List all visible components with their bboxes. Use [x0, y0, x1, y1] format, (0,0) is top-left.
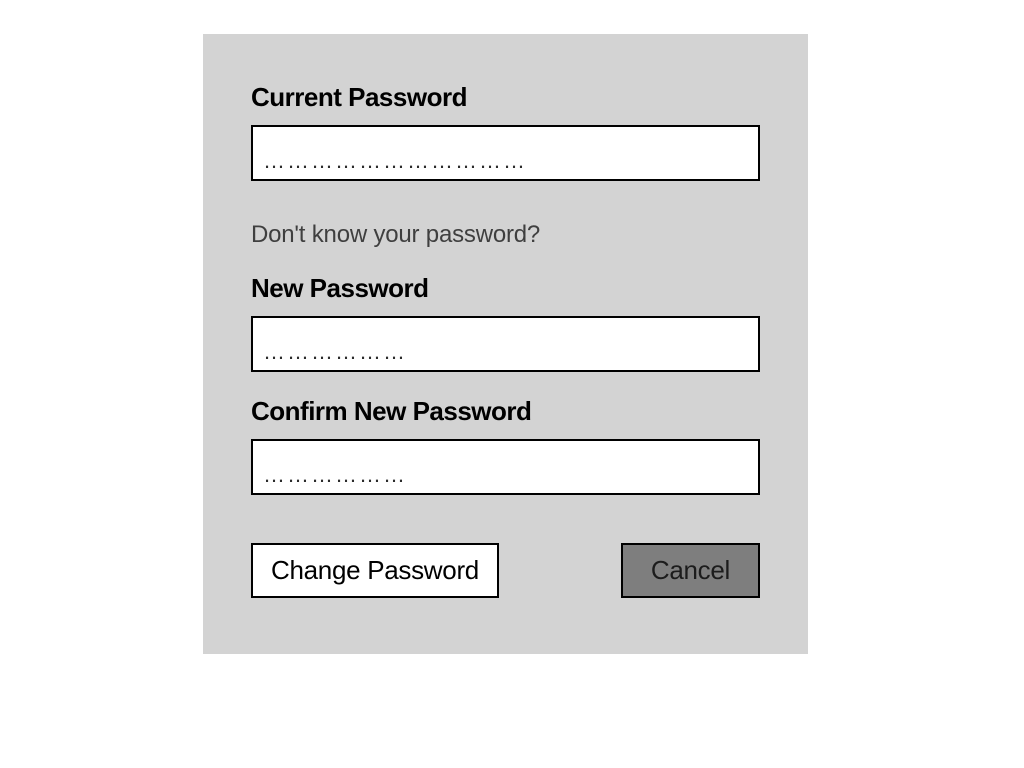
confirm-password-value: ……………… [263, 462, 407, 487]
button-row: Change Password Cancel [251, 543, 760, 598]
new-password-input[interactable]: ……………… [251, 316, 760, 372]
current-password-input[interactable]: …………………………… [251, 125, 760, 181]
confirm-password-group: Confirm New Password ……………… [251, 396, 760, 495]
new-password-label: New Password [251, 273, 760, 304]
forgot-password-link[interactable]: Don't know your password? [251, 221, 540, 249]
change-password-button[interactable]: Change Password [251, 543, 499, 598]
confirm-password-label: Confirm New Password [251, 396, 760, 427]
current-password-group: Current Password …………………………… [251, 82, 760, 181]
confirm-password-input[interactable]: ……………… [251, 439, 760, 495]
change-password-panel: Current Password …………………………… Don't know … [203, 34, 808, 654]
cancel-button[interactable]: Cancel [621, 543, 760, 598]
current-password-value: …………………………… [263, 148, 527, 173]
current-password-label: Current Password [251, 82, 760, 113]
new-password-value: ……………… [263, 339, 407, 364]
new-password-group: New Password ……………… [251, 273, 760, 372]
